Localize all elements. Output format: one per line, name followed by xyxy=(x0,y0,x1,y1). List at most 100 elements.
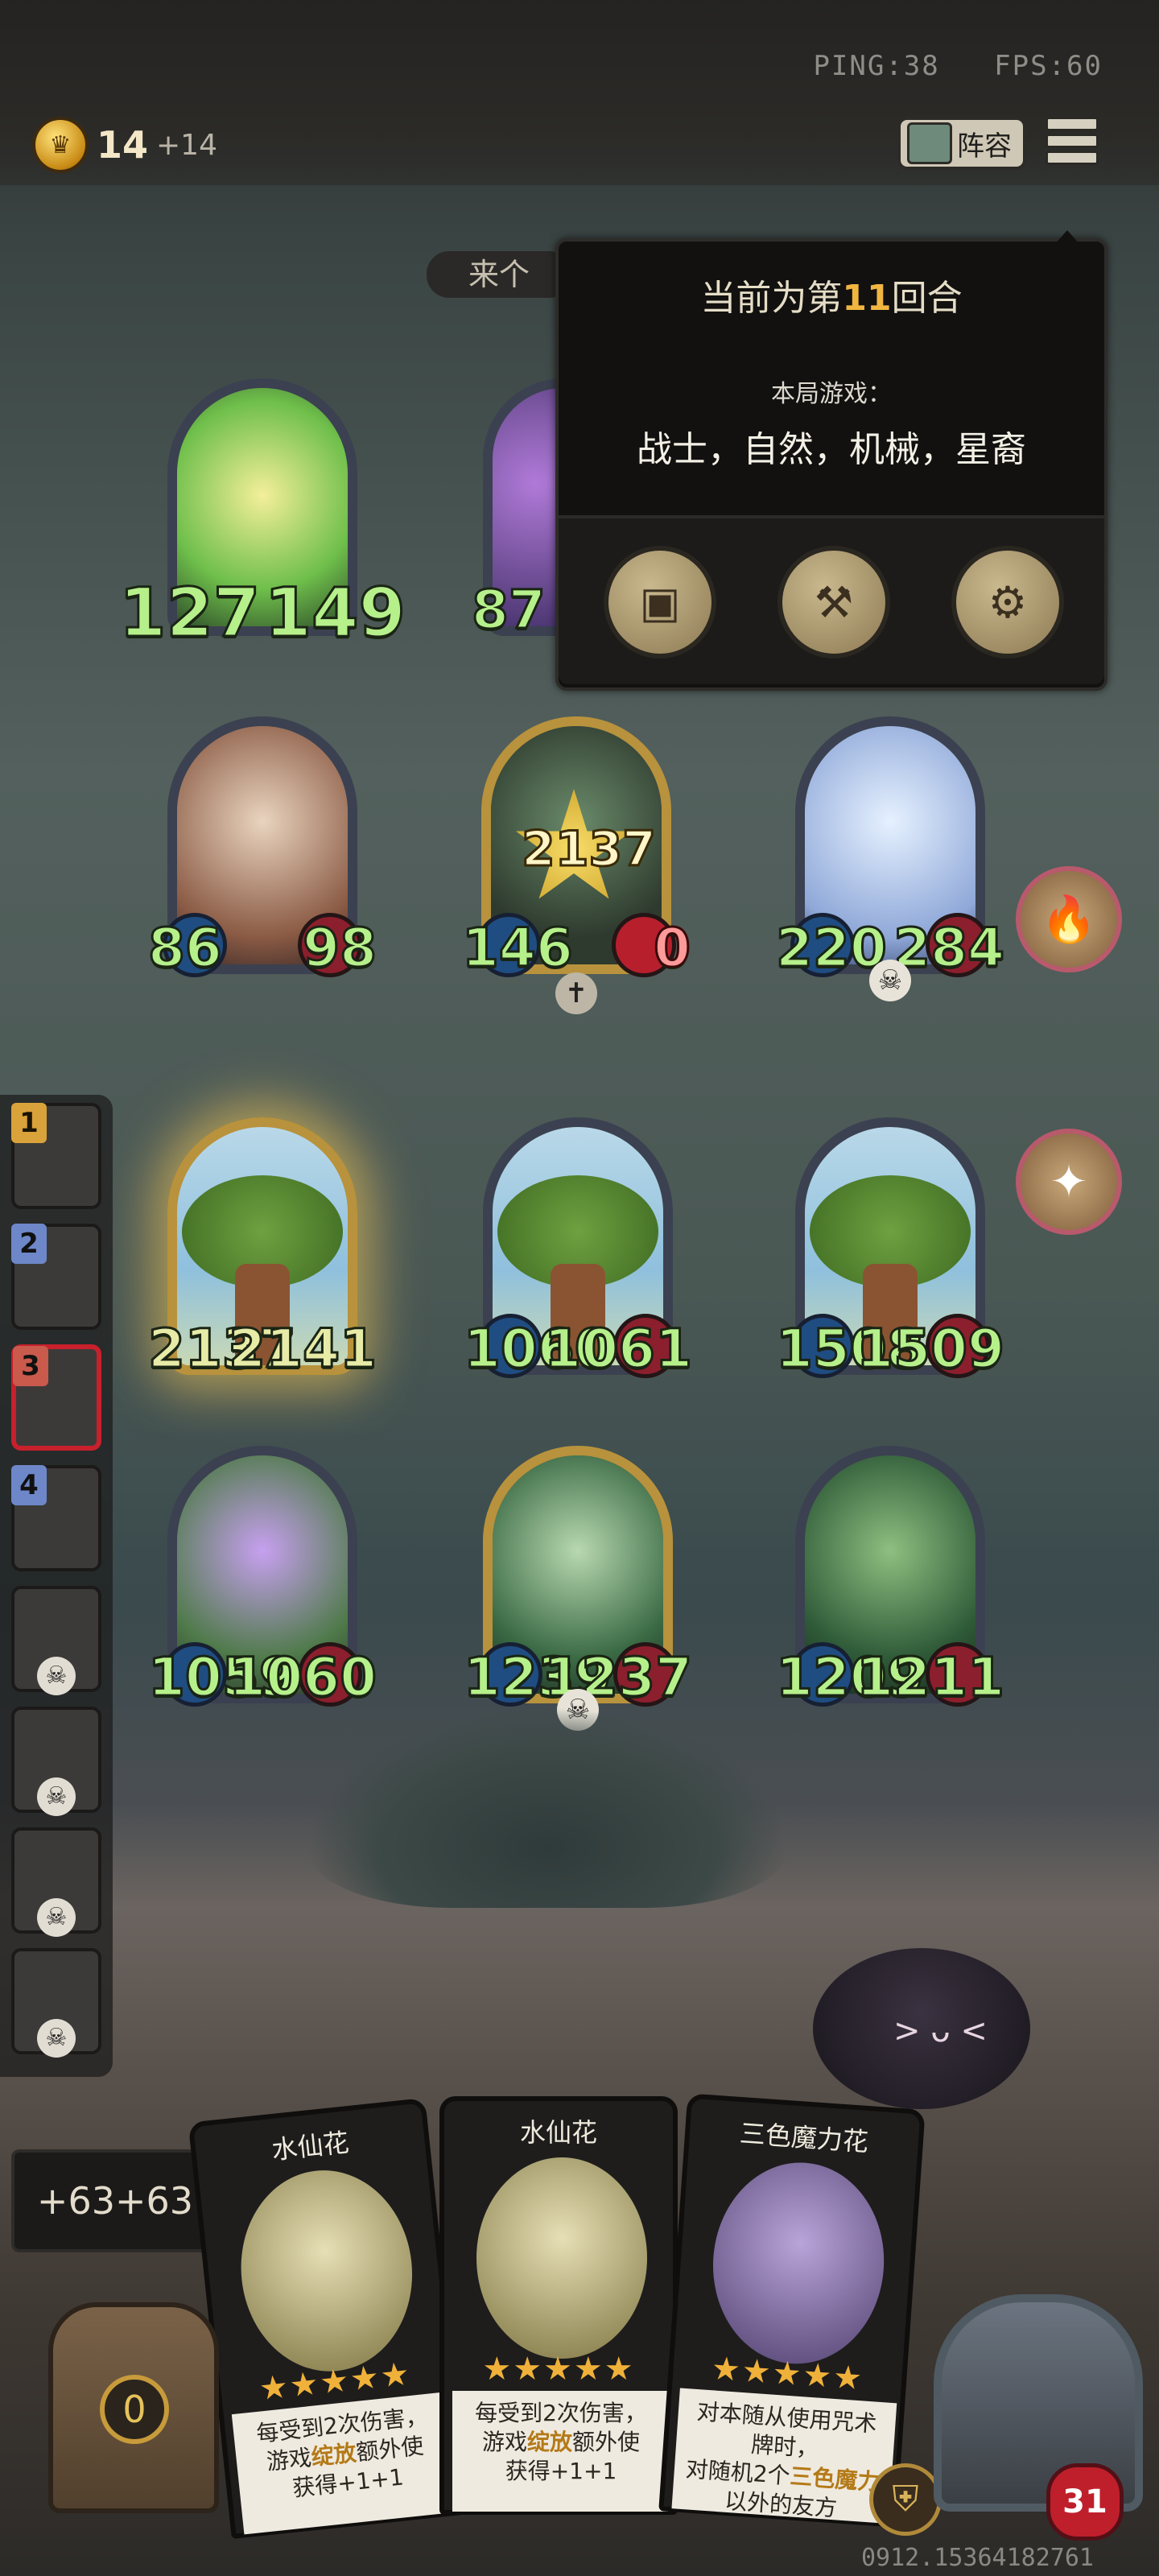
player-slot-eliminated[interactable]: ☠ xyxy=(11,1586,101,1695)
game-label: 本局游戏： xyxy=(771,380,892,408)
hero-health: 31 xyxy=(1046,2463,1124,2541)
chest-count: 0 xyxy=(100,2375,169,2444)
desc-text: 每受到2次伤害， xyxy=(475,2400,647,2426)
gold-count: 14 xyxy=(97,123,149,167)
desc-text: 以外的友方 xyxy=(724,2487,839,2522)
trinket-icon: ✦ xyxy=(1050,1155,1088,1208)
hand-card[interactable]: 水仙花 ★★★★★ 每受到2次伤害， 游戏绽放额外使 获得+1+1 xyxy=(188,2097,469,2540)
lineup-icon xyxy=(907,122,952,164)
build-id: 0912.15364182761 xyxy=(861,2544,1094,2572)
desc-keyword: 三色魔力 xyxy=(789,2462,881,2496)
minion-purple-flower[interactable]: 87 xyxy=(471,378,563,642)
minion-health: 98 xyxy=(302,916,378,980)
round-suffix: 回合 xyxy=(891,278,963,319)
player-slot-eliminated[interactable]: ☠ xyxy=(11,1707,101,1816)
menu-bar-icon xyxy=(1046,134,1099,148)
card-name: 水仙花 xyxy=(519,2117,597,2148)
minion-attack: 220 xyxy=(775,916,889,980)
player-slot[interactable]: 2 xyxy=(11,1224,101,1330)
desc-keyword: 绽放 xyxy=(526,2429,572,2455)
shield-icon: ⛨ xyxy=(892,2479,919,2520)
network-stats: PING:38 FPS:60 xyxy=(813,50,1103,82)
skull-icon: ☠ xyxy=(869,960,911,1001)
minion-health: 1211 xyxy=(856,1645,1006,1710)
minion-health: 0 xyxy=(653,916,692,980)
tombstone-icon: ✝ xyxy=(555,972,597,1014)
minion-health: 149 xyxy=(263,572,406,654)
card-art xyxy=(476,2157,647,2359)
player-slot[interactable]: 1 xyxy=(11,1103,101,1209)
skull-icon: ☠ xyxy=(37,2019,76,2058)
ping-text: PING:38 xyxy=(813,50,940,82)
fps-text: FPS:60 xyxy=(994,50,1103,82)
minion-tree[interactable]: 1060 1061 xyxy=(463,1117,693,1381)
card-description: 每受到2次伤害， 游戏绽放额外使 获得+1+1 xyxy=(231,2391,461,2535)
minion-attack: 127 xyxy=(118,572,261,654)
desc-text: 游戏 xyxy=(481,2429,527,2455)
damage-number: 2137 xyxy=(521,820,658,879)
minion-gold-shield[interactable]: 2137 146 0 ✝ xyxy=(461,716,691,1014)
desc-text: 获得+1+1 xyxy=(505,2458,617,2484)
player-slot-eliminated[interactable]: ☠ xyxy=(11,1827,101,1937)
desc-text: 对本随从使用咒术牌时， xyxy=(695,2398,878,2462)
gold-income: +14 xyxy=(156,128,217,162)
minion-attack: 86 xyxy=(147,916,224,980)
card-stars: ★★★★★ xyxy=(482,2351,635,2388)
card-art xyxy=(231,2161,423,2380)
menu-button[interactable] xyxy=(1046,117,1099,165)
minion-health: 1060 xyxy=(228,1645,378,1710)
minion-green-fairy[interactable]: 127 149 xyxy=(118,378,407,654)
desc-text: 游戏 xyxy=(265,2444,313,2475)
round-prefix: 当前为第 xyxy=(700,278,843,319)
minion-health: 2141 xyxy=(228,1317,378,1381)
player-rank: 3 xyxy=(13,1346,48,1386)
bonus-stats: +63+63 xyxy=(11,2149,219,2252)
campfire-effect[interactable]: 🔥 xyxy=(1016,866,1122,972)
desc-text: 额外使 xyxy=(354,2432,425,2467)
gold-display: ♛ 14 +14 xyxy=(32,117,217,173)
axe-button[interactable]: ⚒ xyxy=(777,546,890,658)
minion-purple-flower-dryad[interactable]: 1059 1060 xyxy=(147,1446,377,1710)
minion-golden-tree[interactable]: 2137 2141 xyxy=(147,1117,377,1381)
campfire-icon: 🔥 xyxy=(1041,894,1097,946)
minion-ice-queen[interactable]: 220 284 ☠ xyxy=(775,716,1005,1001)
settings-button[interactable]: ⚙ xyxy=(951,546,1064,658)
skull-icon: ☠ xyxy=(37,1898,76,1937)
minion-maid-trumpeter[interactable]: 86 98 xyxy=(147,716,377,980)
player-rank: 4 xyxy=(11,1465,47,1505)
hero-power-button[interactable]: ⛨ xyxy=(869,2463,942,2536)
player-rank: 2 xyxy=(11,1224,47,1264)
minion-attack: 87 xyxy=(471,578,547,642)
hand-card[interactable]: 三色魔力花 ★★★★★ 对本随从使用咒术牌时， 对随机2个三色魔力 以外的友方 xyxy=(658,2093,926,2528)
round-info-popup: 当前为第11回合 本局游戏： 战士，自然，机械，星裔 ▣ ⚒ ⚙ xyxy=(555,230,1107,691)
player-slot-eliminated[interactable]: ☠ xyxy=(11,1948,101,2058)
minion-health: 1061 xyxy=(543,1317,694,1381)
minion-tree[interactable]: 1508 1509 xyxy=(775,1117,1005,1381)
skull-icon: ☠ xyxy=(37,1657,76,1695)
lineup-button[interactable]: 阵容 xyxy=(897,117,1026,170)
card-description: 对本随从使用咒术牌时， 对随机2个三色魔力 以外的友方 xyxy=(671,2388,897,2524)
card-name: 三色魔力花 xyxy=(738,2117,870,2158)
card-name: 水仙花 xyxy=(270,2127,351,2166)
desc-keyword: 绽放 xyxy=(310,2439,358,2471)
menu-bar-icon xyxy=(1046,151,1099,165)
player-slot[interactable]: 4 xyxy=(11,1465,101,1571)
player-list: 1 2 3 4 ☠ ☠ ☠ ☠ xyxy=(0,1095,113,2077)
game-tribes: 战士，自然，机械，星裔 xyxy=(637,429,1026,470)
card-art xyxy=(706,2157,891,2370)
card-book-button[interactable]: ▣ xyxy=(604,546,716,658)
desc-text: 对随机2个 xyxy=(684,2455,791,2490)
minion-health: 1509 xyxy=(856,1317,1006,1381)
minion-gold-dryad[interactable]: 1239 1237 ☠ xyxy=(463,1446,693,1731)
minion-attack: 146 xyxy=(461,916,575,980)
player-slot-current[interactable]: 3 xyxy=(11,1344,101,1451)
gold-coin-icon: ♛ xyxy=(32,117,89,173)
menu-bar-icon xyxy=(1046,117,1099,131)
slime-face-icon: > ᴗ < xyxy=(893,2013,988,2050)
desc-text: 额外使 xyxy=(572,2429,641,2455)
trinket-effect[interactable]: ✦ xyxy=(1016,1129,1122,1235)
hand-card[interactable]: 水仙花 ★★★★★ 每受到2次伤害， 游戏绽放额外使 获得+1+1 xyxy=(439,2096,678,2515)
coin-pile xyxy=(306,1707,789,1908)
player-rank: 1 xyxy=(11,1103,47,1143)
minion-lupine-dryad[interactable]: 1209 1211 xyxy=(775,1446,1005,1710)
